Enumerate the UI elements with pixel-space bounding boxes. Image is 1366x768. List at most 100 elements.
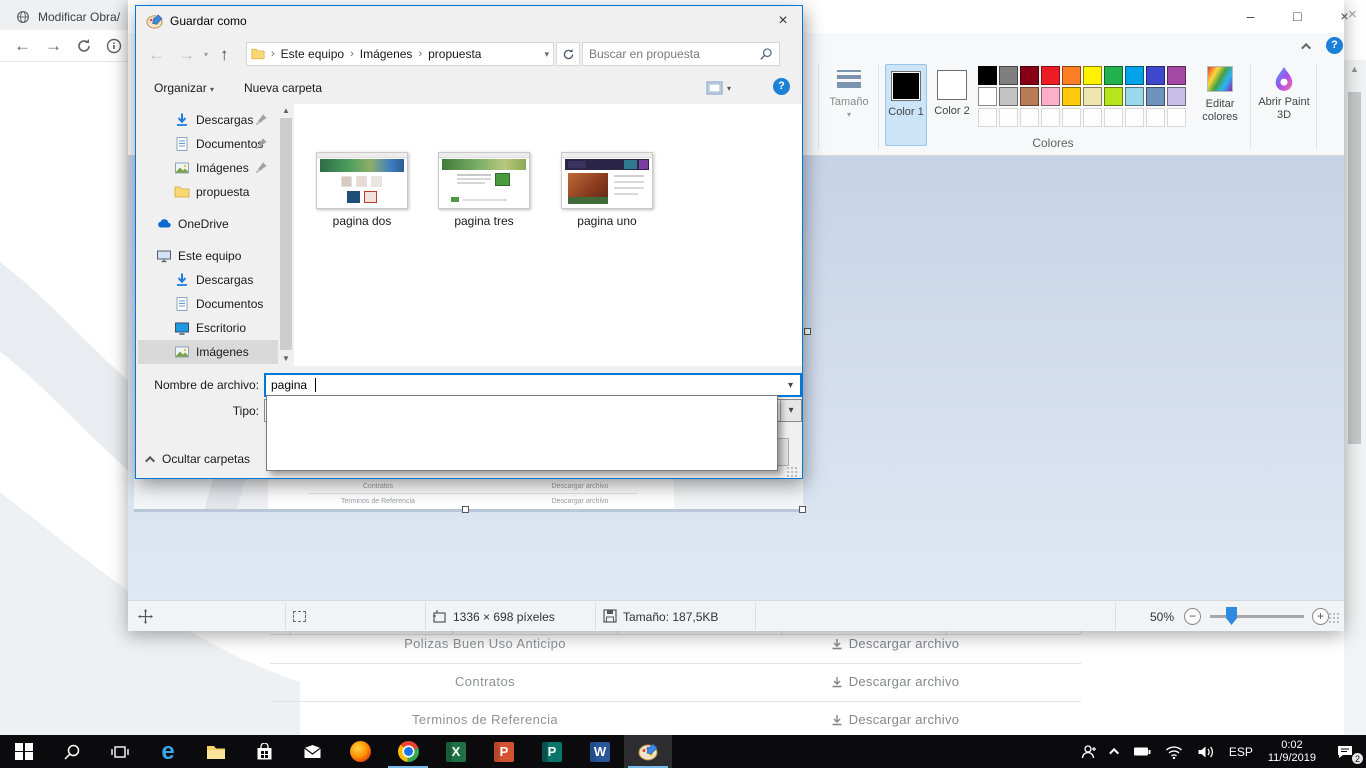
volume-icon[interactable] xyxy=(1190,735,1222,768)
address-bar[interactable]: › Este equipo › Imágenes › propuesta ▾ xyxy=(246,42,554,66)
browser-forward-button[interactable]: → xyxy=(45,37,62,54)
size-button[interactable]: Tamaño ▾ xyxy=(822,66,876,119)
taskbar-paint-button[interactable] xyxy=(624,735,672,768)
palette-swatch[interactable] xyxy=(1104,66,1123,85)
taskbar-mail-button[interactable] xyxy=(288,735,336,768)
zoom-out-button[interactable]: − xyxy=(1184,608,1201,625)
zoom-slider-track[interactable] xyxy=(1210,615,1304,618)
collapse-ribbon-icon[interactable] xyxy=(1304,43,1311,50)
palette-swatch[interactable] xyxy=(1020,66,1039,85)
palette-swatch-empty[interactable] xyxy=(1062,108,1081,127)
dialog-help-icon[interactable]: ? xyxy=(773,78,790,95)
scrollbar-up-arrow[interactable]: ▲ xyxy=(1350,64,1359,74)
dialog-close-button[interactable]: × xyxy=(764,6,802,36)
palette-swatch-empty[interactable] xyxy=(1041,108,1060,127)
filename-input[interactable] xyxy=(266,378,781,392)
browser-back-button[interactable]: ← xyxy=(14,37,31,54)
zoom-slider-thumb[interactable] xyxy=(1226,607,1237,625)
address-dropdown-icon[interactable]: ▾ xyxy=(544,49,549,60)
palette-swatch[interactable] xyxy=(1125,87,1144,106)
browser-scrollbar-thumb[interactable] xyxy=(1348,92,1361,444)
canvas-resize-handle-bottom[interactable] xyxy=(462,506,469,513)
minimize-button[interactable]: – xyxy=(1228,0,1273,33)
palette-swatch-empty[interactable] xyxy=(1083,108,1102,127)
breadcrumb-pictures[interactable]: Imágenes xyxy=(360,47,413,61)
taskbar-store-button[interactable] xyxy=(240,735,288,768)
dialog-resize-grip[interactable] xyxy=(786,466,798,478)
palette-swatch[interactable] xyxy=(999,87,1018,106)
scroll-up-icon[interactable]: ▲ xyxy=(282,106,290,115)
filename-combobox[interactable]: ▾ xyxy=(264,373,802,397)
palette-swatch[interactable] xyxy=(978,87,997,106)
palette-swatch-empty[interactable] xyxy=(1146,108,1165,127)
up-one-level-button[interactable]: ↑ xyxy=(220,46,229,63)
nav-item-imagenes-quick[interactable]: Imágenes xyxy=(138,156,278,180)
nav-item-este-equipo[interactable]: Este equipo xyxy=(138,244,278,268)
window-resize-grip[interactable] xyxy=(1328,612,1340,624)
open-paint3d-button[interactable]: Abrir Paint 3D xyxy=(1256,66,1312,122)
taskbar-chrome-button[interactable] xyxy=(384,735,432,768)
browser-refresh-button[interactable] xyxy=(76,38,92,54)
battery-icon[interactable] xyxy=(1126,735,1158,768)
palette-swatch[interactable] xyxy=(1125,66,1144,85)
maximize-button[interactable]: □ xyxy=(1275,0,1320,33)
nav-item-onedrive[interactable]: OneDrive xyxy=(138,212,278,236)
hide-folders-button[interactable]: Ocultar carpetas xyxy=(148,452,250,466)
file-item-pagina-tres[interactable]: pagina tres xyxy=(419,152,549,228)
color1-button[interactable]: Color 1 xyxy=(885,64,927,146)
zoom-in-button[interactable]: + xyxy=(1312,608,1329,625)
file-item-pagina-uno[interactable]: pagina uno xyxy=(542,152,672,228)
organize-menu[interactable]: Organizar ▾ xyxy=(154,81,214,95)
taskbar-search-button[interactable] xyxy=(48,735,96,768)
palette-swatch[interactable] xyxy=(978,66,997,85)
palette-swatch[interactable] xyxy=(1167,66,1186,85)
palette-swatch-empty[interactable] xyxy=(1104,108,1123,127)
palette-swatch[interactable] xyxy=(1062,66,1081,85)
dialog-back-button[interactable]: ← xyxy=(148,46,165,63)
refresh-button[interactable] xyxy=(556,42,580,66)
palette-swatch[interactable] xyxy=(1062,87,1081,106)
palette-swatch[interactable] xyxy=(1083,66,1102,85)
palette-swatch[interactable] xyxy=(1041,66,1060,85)
task-view-button[interactable] xyxy=(96,735,144,768)
edit-colors-button[interactable]: Editar colores xyxy=(1194,66,1246,124)
dialog-forward-button[interactable]: → xyxy=(178,46,195,63)
nav-item-descargas-quick[interactable]: Descargas xyxy=(138,108,278,132)
people-icon[interactable] xyxy=(1073,735,1105,768)
breadcrumb-chevron[interactable]: › xyxy=(416,48,424,60)
filename-dropdown-icon[interactable]: ▾ xyxy=(781,380,800,391)
nav-item-documentos[interactable]: Documentos xyxy=(138,292,278,316)
canvas-resize-handle-corner[interactable] xyxy=(799,506,806,513)
taskbar-explorer-button[interactable] xyxy=(192,735,240,768)
start-button[interactable] xyxy=(0,735,48,768)
nav-scrollbar-thumb[interactable] xyxy=(280,118,292,350)
search-box[interactable] xyxy=(582,42,780,66)
nav-item-descargas[interactable]: Descargas xyxy=(138,268,278,292)
breadcrumb-propuesta[interactable]: propuesta xyxy=(428,47,481,61)
hidden-icons-chevron[interactable] xyxy=(1105,735,1126,768)
paint-help-icon[interactable]: ? xyxy=(1326,37,1343,54)
taskbar-word-button[interactable]: W xyxy=(576,735,624,768)
palette-swatch[interactable] xyxy=(1020,87,1039,106)
breadcrumb-chevron[interactable]: › xyxy=(348,48,356,60)
palette-swatch-empty[interactable] xyxy=(999,108,1018,127)
canvas-resize-handle-right[interactable] xyxy=(804,328,811,335)
palette-swatch[interactable] xyxy=(1167,87,1186,106)
palette-swatch-empty[interactable] xyxy=(1125,108,1144,127)
download-link[interactable]: Descargar archivo xyxy=(780,663,1010,701)
browser-tab[interactable]: Modificar Obra/ xyxy=(6,4,128,30)
close-button[interactable]: × xyxy=(1322,0,1366,33)
palette-swatch[interactable] xyxy=(1104,87,1123,106)
history-dropdown-icon[interactable]: ▾ xyxy=(204,50,208,59)
nav-item-documentos-quick[interactable]: Documentos xyxy=(138,132,278,156)
page-info-icon[interactable] xyxy=(106,38,122,54)
palette-swatch-empty[interactable] xyxy=(1020,108,1039,127)
nav-scrollbar[interactable]: ▲ ▼ xyxy=(279,104,293,366)
file-item-pagina-dos[interactable]: pagina dos xyxy=(297,152,427,228)
download-link[interactable]: Descargar archivo xyxy=(780,701,1010,739)
scroll-down-icon[interactable]: ▼ xyxy=(282,354,290,363)
wifi-icon[interactable] xyxy=(1158,735,1190,768)
palette-swatch[interactable] xyxy=(1041,87,1060,106)
taskbar-powerpoint-button[interactable]: P xyxy=(480,735,528,768)
color2-button[interactable]: Color 2 xyxy=(931,64,973,146)
